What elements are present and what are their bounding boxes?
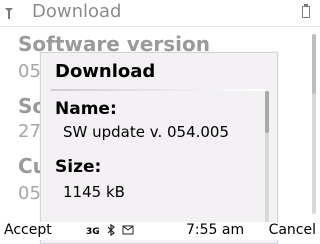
size-label: Size: [55,157,102,177]
dialog-scrollbar[interactable] [265,91,269,239]
bg-item-value: 05 [18,61,41,82]
accept-button[interactable]: Accept [4,222,52,238]
title-bar: Download [0,0,320,26]
title-divider [0,26,320,27]
dialog-scroll-thumb[interactable] [265,91,269,133]
name-label: Name: [55,99,117,119]
name-value: SW update v. 054.005 [63,123,230,141]
battery-icon [302,4,310,18]
3g-icon: 3G [86,224,100,239]
size-value: 1145 kB [63,183,125,201]
dialog-separator [51,89,265,91]
signal-icon [5,8,13,19]
bg-item-value: 27 [18,121,41,142]
message-icon [122,224,134,238]
softkey-bar: Accept 3G 7:55 am Cancel [0,222,320,240]
cancel-button[interactable]: Cancel [269,222,316,238]
bluetooth-icon [106,223,116,239]
status-icons: 3G [86,223,142,239]
bg-item-value: 05 [18,183,41,204]
clock: 7:55 am [186,222,245,238]
background-scrollbar[interactable] [312,34,316,214]
window-title: Download [32,1,122,22]
background-scroll-thumb[interactable] [312,34,316,94]
svg-text:3G: 3G [86,227,100,236]
download-dialog: Download Name: SW update v. 054.005 Size… [40,52,278,244]
dialog-heading: Download [55,61,156,82]
